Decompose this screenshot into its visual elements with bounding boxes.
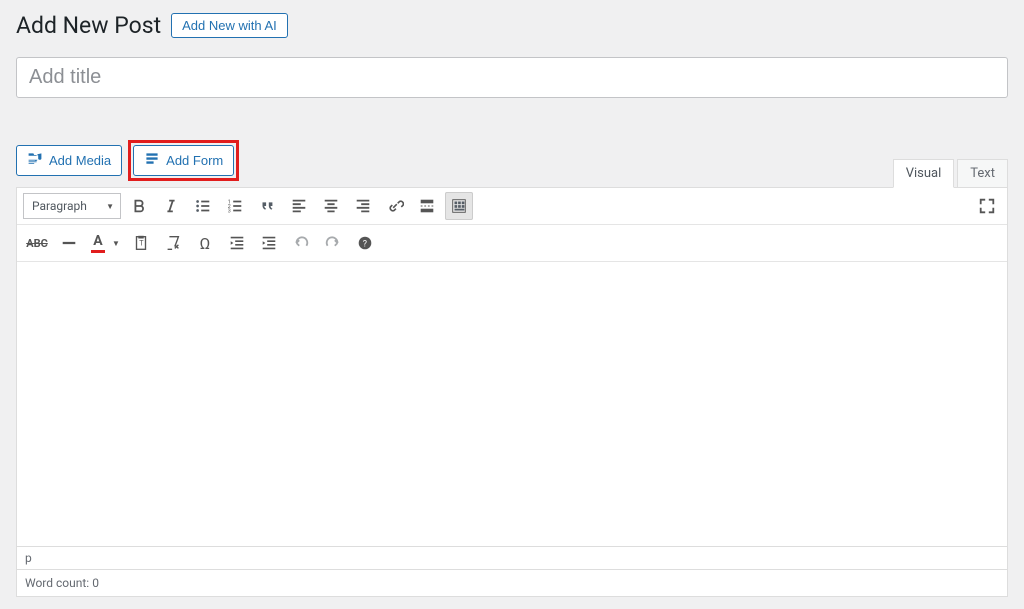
read-more-icon bbox=[418, 197, 436, 215]
add-media-label: Add Media bbox=[49, 153, 111, 168]
paste-text-icon: T bbox=[132, 234, 150, 252]
clear-formatting-icon bbox=[164, 234, 182, 252]
bullet-list-button[interactable] bbox=[189, 192, 217, 220]
post-title-input[interactable] bbox=[16, 57, 1008, 98]
paste-text-button[interactable]: T bbox=[127, 229, 155, 257]
add-new-with-ai-button[interactable]: Add New with AI bbox=[171, 13, 288, 38]
link-button[interactable] bbox=[381, 192, 409, 220]
distraction-free-button[interactable] bbox=[973, 192, 1001, 220]
camera-music-icon bbox=[27, 151, 43, 170]
toolbar-row-2: ABC A ▼ T Ω ? bbox=[17, 225, 1007, 262]
align-left-button[interactable] bbox=[285, 192, 313, 220]
toolbar-toggle-button[interactable] bbox=[445, 192, 473, 220]
redo-button[interactable] bbox=[319, 229, 347, 257]
link-icon bbox=[386, 197, 404, 215]
indent-button[interactable] bbox=[255, 229, 283, 257]
word-count-label: Word count: bbox=[25, 576, 89, 590]
italic-icon bbox=[162, 197, 180, 215]
svg-text:?: ? bbox=[363, 240, 367, 250]
word-count-value: 0 bbox=[92, 576, 99, 590]
add-form-button[interactable]: Add Form bbox=[133, 145, 234, 176]
align-center-icon bbox=[322, 197, 340, 215]
editor-tabs: Visual Text bbox=[890, 159, 1008, 188]
align-right-button[interactable] bbox=[349, 192, 377, 220]
text-color-dropdown-arrow[interactable]: ▼ bbox=[109, 230, 123, 256]
toolbar-row-1: Paragraph 123 bbox=[17, 188, 1007, 225]
special-char-icon: Ω bbox=[200, 234, 211, 253]
status-bar: Word count: 0 bbox=[17, 569, 1007, 596]
toolbar-toggle-icon bbox=[450, 197, 468, 215]
editor-content-area[interactable] bbox=[17, 262, 1007, 546]
bold-button[interactable] bbox=[125, 192, 153, 220]
indent-icon bbox=[260, 234, 278, 252]
horizontal-rule-button[interactable] bbox=[55, 229, 83, 257]
add-form-highlight: Add Form bbox=[128, 140, 239, 181]
clear-formatting-button[interactable] bbox=[159, 229, 187, 257]
undo-icon bbox=[292, 234, 310, 252]
editor-box: Paragraph 123 ABC A ▼ T Ω ? bbox=[16, 187, 1008, 597]
align-left-icon bbox=[290, 197, 308, 215]
undo-button[interactable] bbox=[287, 229, 315, 257]
bullet-list-icon bbox=[194, 197, 212, 215]
blockquote-button[interactable] bbox=[253, 192, 281, 220]
format-dropdown[interactable]: Paragraph bbox=[23, 193, 121, 219]
add-form-label: Add Form bbox=[166, 153, 223, 168]
align-center-button[interactable] bbox=[317, 192, 345, 220]
fullscreen-icon bbox=[978, 197, 996, 215]
read-more-button[interactable] bbox=[413, 192, 441, 220]
svg-text:3: 3 bbox=[228, 208, 231, 214]
form-icon bbox=[144, 151, 160, 170]
element-path-bar: p bbox=[17, 546, 1007, 569]
svg-text:T: T bbox=[139, 239, 144, 248]
outdent-icon bbox=[228, 234, 246, 252]
format-dropdown-label: Paragraph bbox=[32, 199, 87, 213]
strikethrough-icon: ABC bbox=[26, 237, 48, 250]
help-icon: ? bbox=[356, 234, 374, 252]
text-color-button[interactable]: A ▼ bbox=[87, 230, 123, 256]
page-title: Add New Post bbox=[16, 12, 161, 39]
blockquote-icon bbox=[258, 197, 276, 215]
tab-text[interactable]: Text bbox=[957, 159, 1008, 188]
help-button[interactable]: ? bbox=[351, 229, 379, 257]
numbered-list-button[interactable]: 123 bbox=[221, 192, 249, 220]
outdent-button[interactable] bbox=[223, 229, 251, 257]
tab-visual[interactable]: Visual bbox=[893, 159, 955, 188]
special-char-button[interactable]: Ω bbox=[191, 229, 219, 257]
add-media-button[interactable]: Add Media bbox=[16, 145, 122, 176]
element-path[interactable]: p bbox=[25, 551, 32, 565]
horizontal-rule-icon bbox=[60, 234, 78, 252]
text-color-swatch bbox=[91, 250, 105, 253]
bold-icon bbox=[130, 197, 148, 215]
align-right-icon bbox=[354, 197, 372, 215]
italic-button[interactable] bbox=[157, 192, 185, 220]
strikethrough-button[interactable]: ABC bbox=[23, 229, 51, 257]
numbered-list-icon: 123 bbox=[226, 197, 244, 215]
text-color-icon: A bbox=[93, 233, 102, 249]
redo-icon bbox=[324, 234, 342, 252]
